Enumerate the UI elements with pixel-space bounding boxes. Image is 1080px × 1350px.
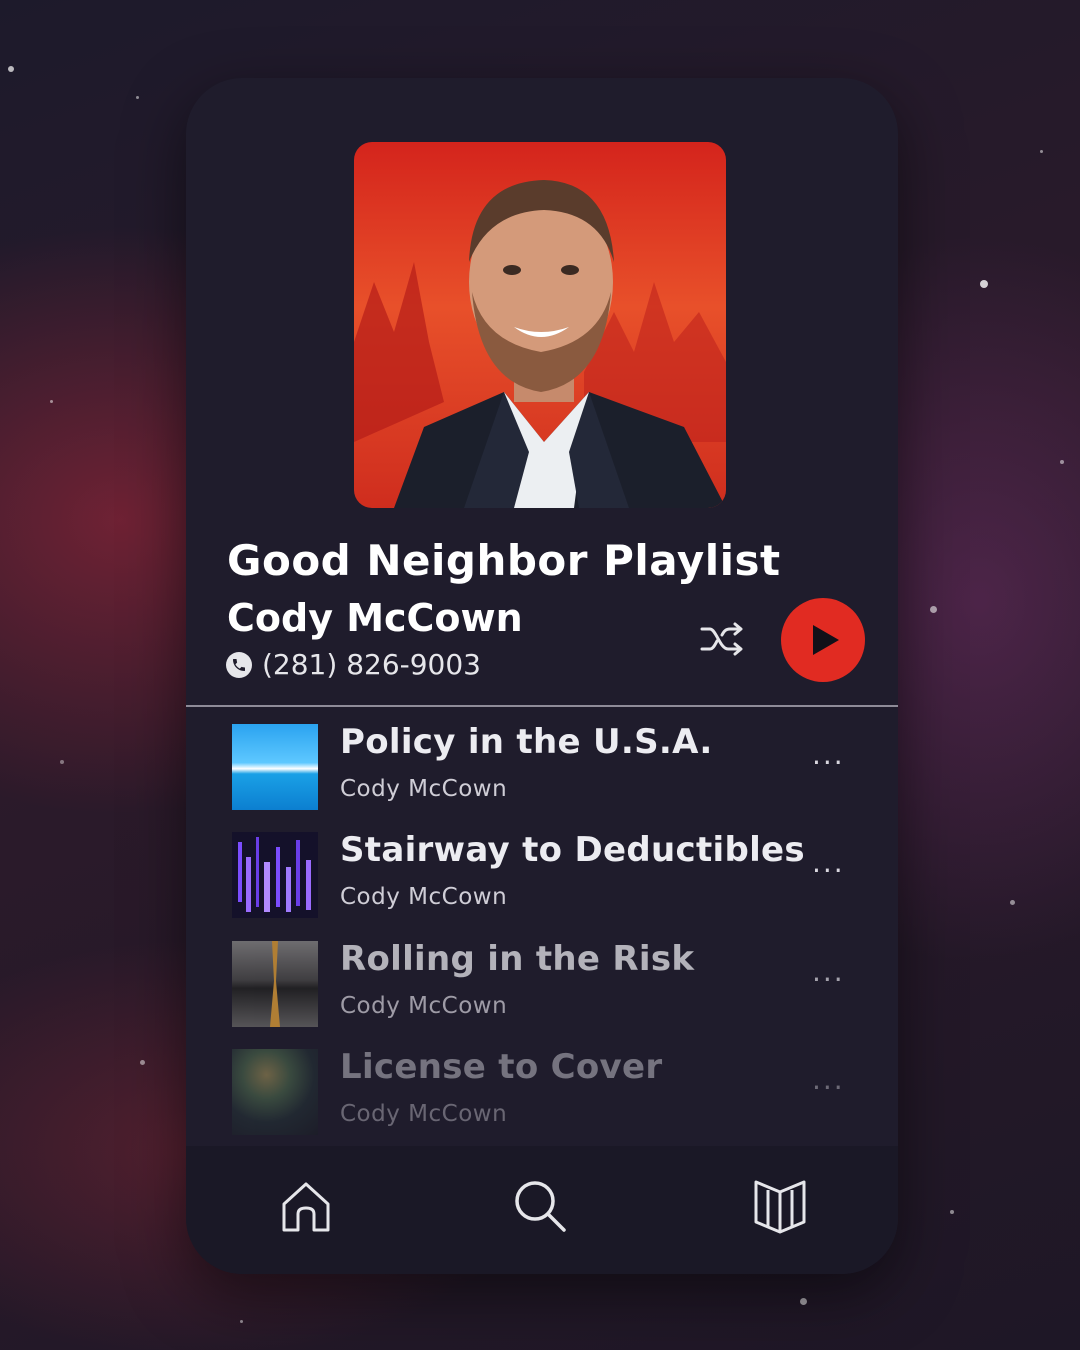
nav-library[interactable]: [752, 1178, 808, 1234]
playlist-artist: Cody McCown: [227, 596, 523, 640]
bottom-nav: [186, 1146, 898, 1274]
track-thumbnail: [232, 724, 318, 810]
track-thumbnail: [232, 941, 318, 1027]
contact-phone[interactable]: (281) 826-9003: [226, 648, 481, 681]
track-thumbnail: [232, 1049, 318, 1135]
track-artist: Cody McCown: [340, 993, 508, 1019]
track-row[interactable]: License to Cover Cody McCown ...: [232, 1047, 852, 1137]
playlist-title: Good Neighbor Playlist: [227, 536, 781, 585]
player-card: Good Neighbor Playlist Cody McCown (281)…: [186, 78, 898, 1274]
more-options-icon[interactable]: ...: [812, 846, 845, 879]
track-artist: Cody McCown: [340, 776, 508, 802]
library-icon: [754, 1180, 806, 1234]
nav-search[interactable]: [512, 1178, 568, 1234]
shuffle-button[interactable]: [700, 619, 746, 659]
track-title: License to Cover: [340, 1047, 663, 1087]
play-icon: [813, 625, 839, 655]
search-icon: [515, 1181, 566, 1232]
track-thumbnail: [232, 832, 318, 918]
track-title: Policy in the U.S.A.: [340, 722, 713, 762]
track-title: Stairway to Deductibles: [340, 830, 805, 870]
shuffle-icon: [700, 622, 743, 656]
more-options-icon[interactable]: ...: [812, 738, 845, 771]
track-row[interactable]: Rolling in the Risk Cody McCown ...: [232, 939, 852, 1029]
track-title: Rolling in the Risk: [340, 939, 695, 979]
more-options-icon[interactable]: ...: [812, 1063, 845, 1096]
phone-number: (281) 826-9003: [262, 648, 481, 681]
nav-home[interactable]: [278, 1178, 334, 1234]
track-artist: Cody McCown: [340, 1101, 508, 1127]
track-row[interactable]: Policy in the U.S.A. Cody McCown ...: [232, 722, 852, 812]
track-artist: Cody McCown: [340, 884, 508, 910]
phone-icon: [226, 651, 252, 678]
divider: [186, 705, 898, 707]
more-options-icon[interactable]: ...: [812, 955, 845, 988]
home-icon: [282, 1182, 330, 1232]
playlist-cover-art: [354, 142, 726, 508]
play-button[interactable]: [781, 598, 865, 682]
track-row[interactable]: Stairway to Deductibles Cody McCown ...: [232, 830, 852, 920]
